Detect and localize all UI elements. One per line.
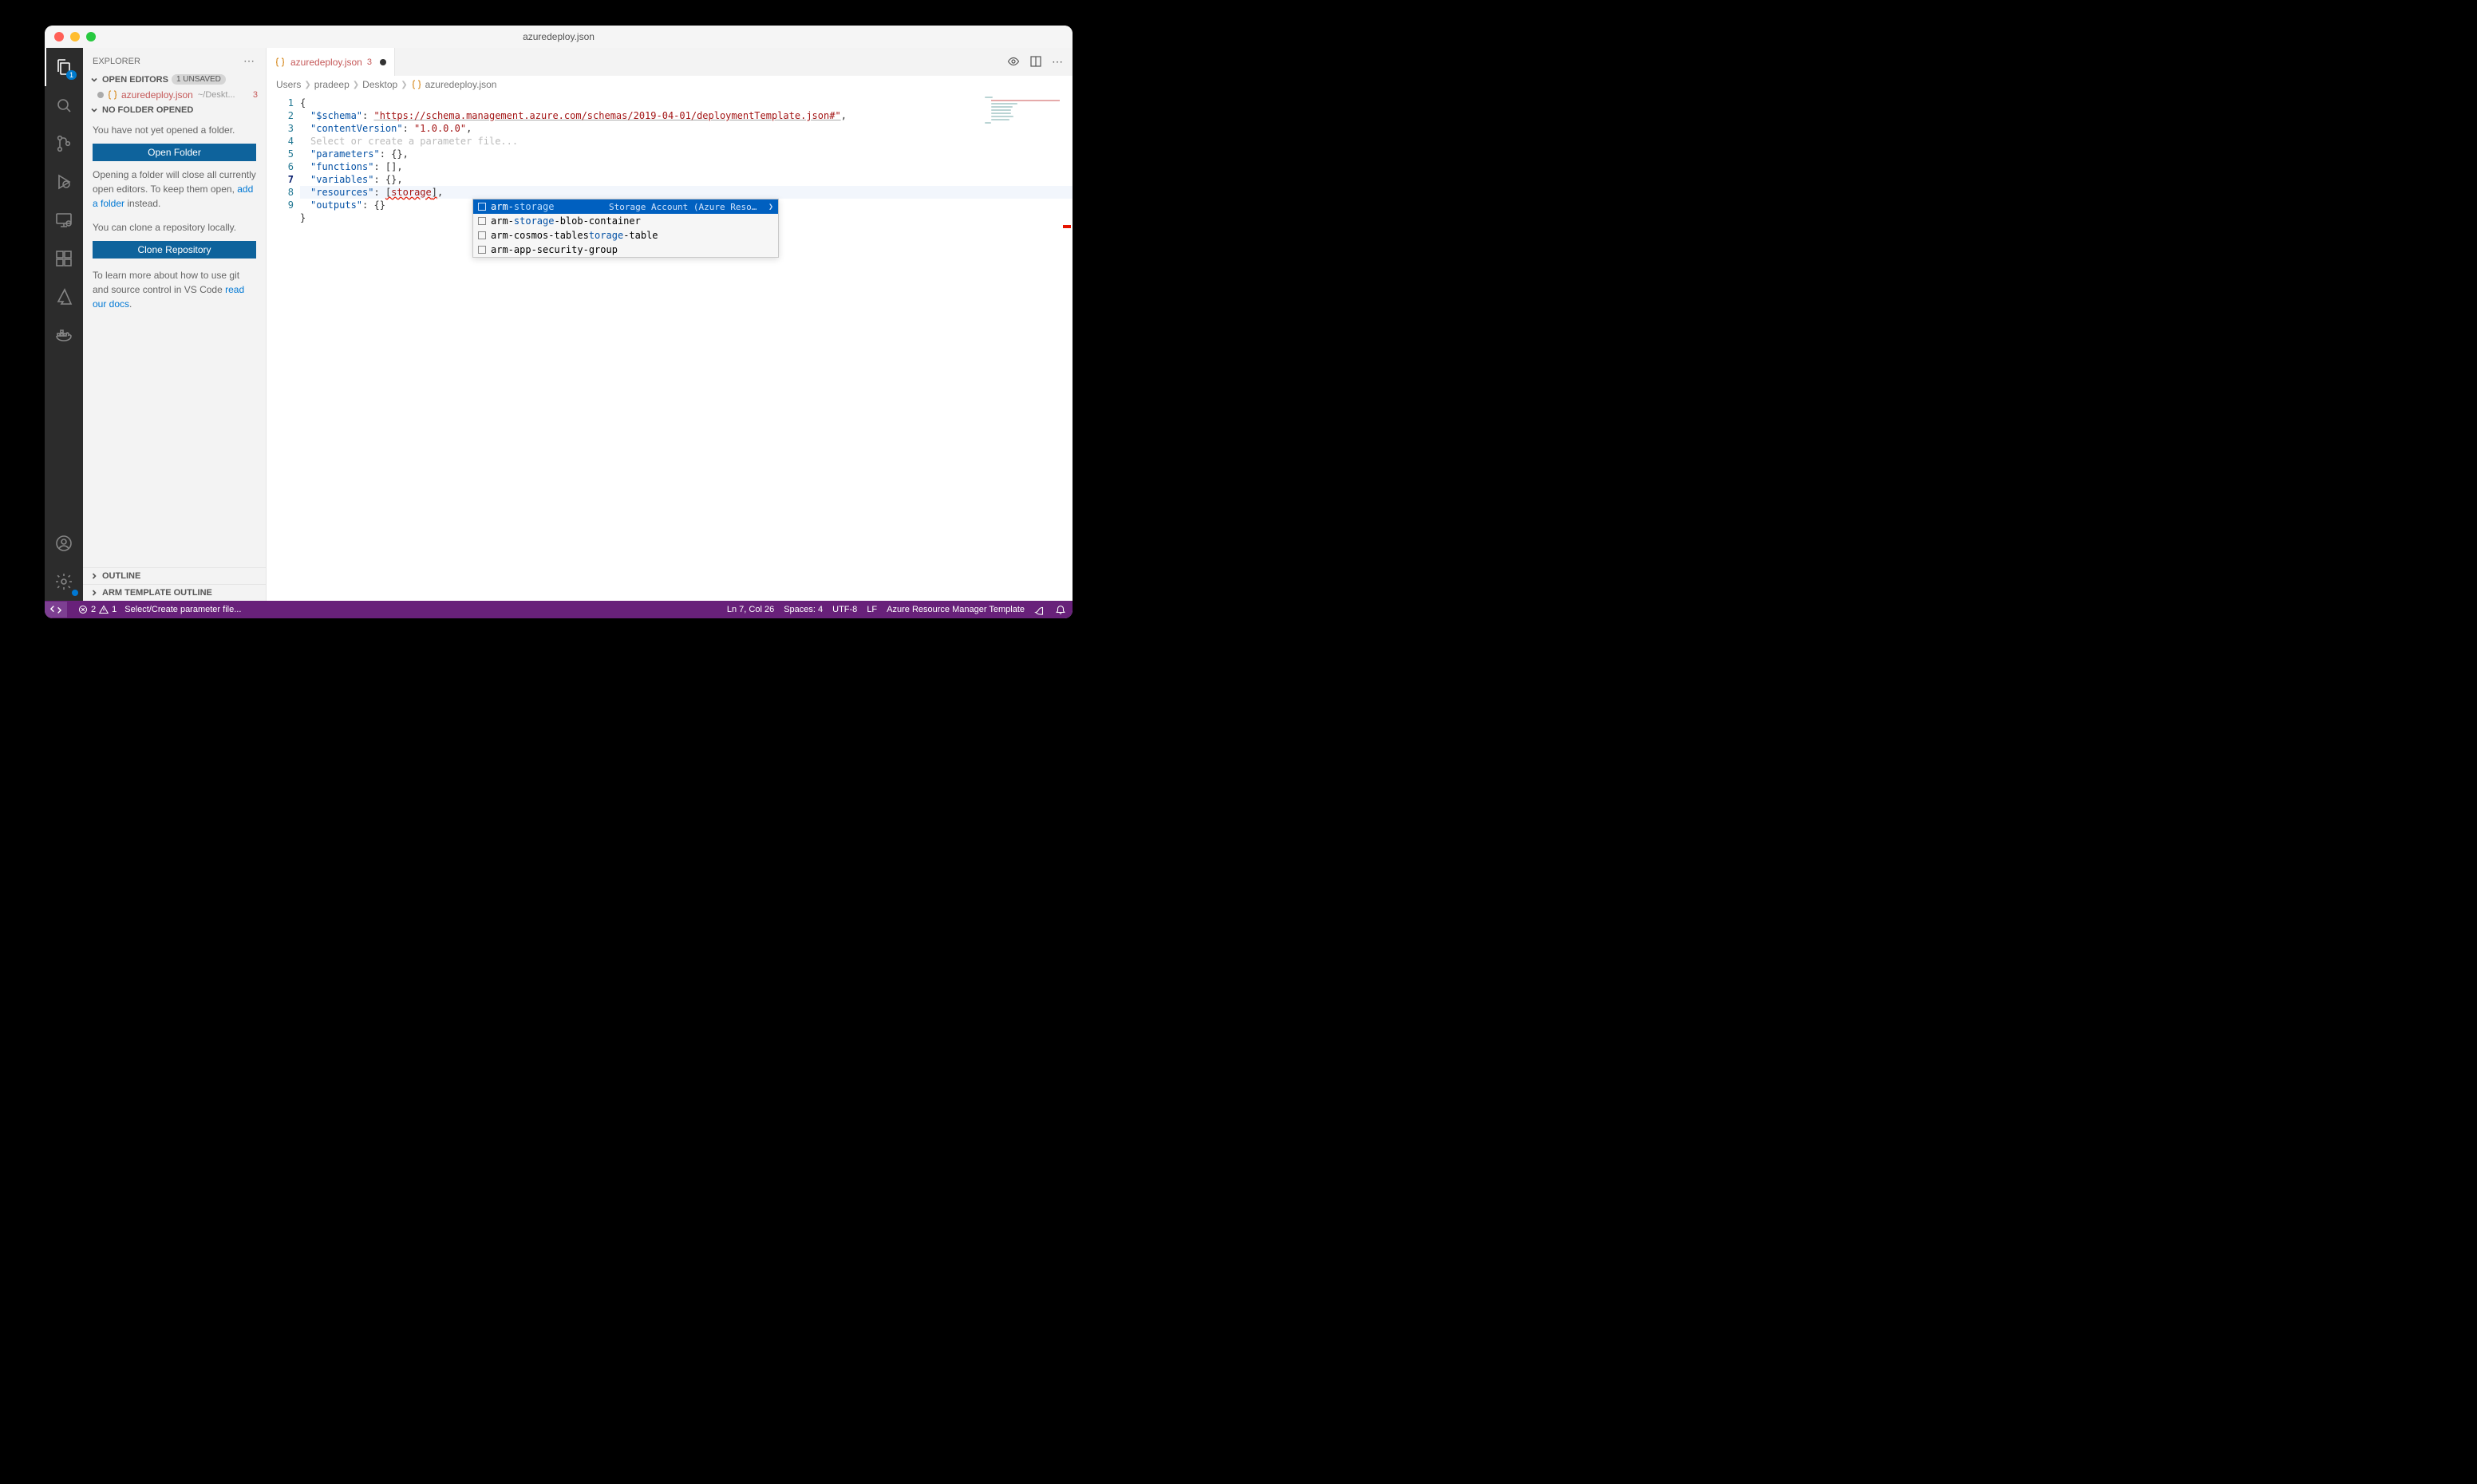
chevron-right-icon: ❯: [304, 81, 310, 89]
suggest-item[interactable]: arm-storage-blob-container: [473, 214, 778, 228]
snippet-icon: [478, 231, 486, 239]
suggest-widget[interactable]: arm-storage Storage Account (Azure Resou…: [472, 199, 779, 258]
chevron-right-icon: ❯: [353, 81, 359, 89]
window-title: azuredeploy.json: [523, 31, 595, 42]
chevron-right-icon: ❯: [401, 81, 407, 89]
breadcrumb-item[interactable]: pradeep: [314, 79, 350, 90]
outline-header[interactable]: OUTLINE: [83, 567, 266, 584]
arm-outline-header[interactable]: ARM TEMPLATE OUTLINE: [83, 584, 266, 601]
sidebar: EXPLORER ⋯ OPEN EDITORS 1 UNSAVED azured…: [83, 48, 267, 601]
more-icon[interactable]: ⋯: [1052, 55, 1063, 69]
open-editors-label: OPEN EDITORS: [102, 75, 168, 85]
json-file-icon: [411, 79, 422, 90]
docker-icon[interactable]: [45, 316, 83, 354]
language-mode[interactable]: Azure Resource Manager Template: [887, 605, 1025, 614]
unsaved-badge: 1 UNSAVED: [172, 74, 226, 85]
breadcrumb-item[interactable]: Users: [276, 79, 301, 90]
maximize-icon[interactable]: [86, 32, 96, 41]
tab-azuredeploy[interactable]: azuredeploy.json 3: [267, 48, 395, 76]
snippet-icon: [478, 246, 486, 254]
remote-indicator-icon[interactable]: [45, 602, 67, 618]
chevron-down-icon: [89, 105, 99, 115]
editor-actions: ⋯: [998, 55, 1073, 69]
code-editor[interactable]: 123456789 { "$schema": "https://schema.m…: [267, 93, 1073, 601]
explorer-badge: 1: [66, 70, 77, 80]
close-icon[interactable]: [54, 32, 64, 41]
extensions-icon[interactable]: [45, 239, 83, 278]
chevron-right-icon[interactable]: ❯: [768, 203, 773, 211]
encoding-status[interactable]: UTF-8: [832, 605, 857, 614]
parameter-file-status[interactable]: Select/Create parameter file...: [124, 605, 241, 614]
minimize-icon[interactable]: [70, 32, 80, 41]
sidebar-title-row: EXPLORER ⋯: [83, 48, 266, 71]
sidebar-more-icon[interactable]: ⋯: [243, 54, 256, 68]
suggest-item[interactable]: arm-storage Storage Account (Azure Resou…: [473, 199, 778, 214]
tab-problems: 3: [367, 57, 372, 67]
clone-repository-button[interactable]: Clone Repository: [93, 241, 256, 259]
chevron-down-icon: [89, 75, 99, 85]
overview-ruler[interactable]: [1061, 93, 1073, 601]
open-folder-button[interactable]: Open Folder: [93, 144, 256, 161]
chevron-right-icon: [89, 588, 99, 598]
indentation-status[interactable]: Spaces: 4: [784, 605, 823, 614]
azure-icon[interactable]: [45, 278, 83, 316]
snippet-icon: [478, 217, 486, 225]
clone-text: You can clone a repository locally.: [93, 220, 256, 235]
remote-explorer-icon[interactable]: [45, 201, 83, 239]
open-editors-header[interactable]: OPEN EDITORS 1 UNSAVED: [83, 71, 266, 88]
explorer-icon[interactable]: 1: [45, 48, 83, 86]
dirty-indicator-icon: [380, 59, 386, 65]
dirty-indicator-icon: [97, 92, 104, 98]
chevron-right-icon: [89, 571, 99, 581]
suggest-item[interactable]: arm-app-security-group: [473, 243, 778, 257]
line-gutter: 123456789: [267, 93, 300, 601]
open-editor-path: ~/Deskt...: [198, 90, 235, 100]
tab-bar: azuredeploy.json 3 ⋯: [267, 48, 1073, 76]
editor-area: azuredeploy.json 3 ⋯ Users❯ pradeep❯ Des…: [267, 48, 1073, 601]
traffic-lights: [54, 32, 96, 41]
eol-status[interactable]: LF: [867, 605, 877, 614]
feedback-icon[interactable]: [1034, 604, 1045, 615]
no-folder-header[interactable]: NO FOLDER OPENED: [83, 102, 266, 118]
json-file-icon: [275, 57, 286, 68]
no-folder-label: NO FOLDER OPENED: [102, 105, 193, 115]
docs-text: To learn more about how to use git and s…: [93, 268, 256, 311]
cursor-position[interactable]: Ln 7, Col 26: [727, 605, 774, 614]
json-file-icon: [107, 89, 118, 101]
settings-update-badge: [72, 590, 78, 596]
titlebar: azuredeploy.json: [45, 26, 1073, 48]
vscode-window: azuredeploy.json 1: [45, 26, 1073, 618]
sidebar-title: EXPLORER: [93, 57, 140, 66]
open-editor-filename: azuredeploy.json: [121, 89, 193, 101]
search-icon[interactable]: [45, 86, 83, 124]
no-folder-text: You have not yet opened a folder.: [93, 123, 256, 137]
tab-filename: azuredeploy.json: [290, 57, 362, 68]
close-editors-text: Opening a folder will close all currentl…: [93, 168, 256, 211]
run-debug-icon[interactable]: [45, 163, 83, 201]
notifications-icon[interactable]: [1055, 604, 1066, 615]
minimap[interactable]: [985, 97, 1061, 152]
outline-label: OUTLINE: [102, 571, 140, 581]
activity-bar: 1: [45, 48, 83, 601]
statusbar: 2 1 Select/Create parameter file... Ln 7…: [45, 601, 1073, 618]
suggest-item[interactable]: arm-cosmos-tablestorage-table: [473, 228, 778, 243]
code-content[interactable]: { "$schema": "https://schema.management.…: [300, 93, 1073, 601]
open-editor-item[interactable]: azuredeploy.json ~/Deskt... 3: [83, 88, 266, 102]
settings-icon[interactable]: [45, 562, 83, 601]
breadcrumb[interactable]: Users❯ pradeep❯ Desktop❯ azuredeploy.jso…: [267, 76, 1073, 93]
breadcrumb-item[interactable]: Desktop: [362, 79, 397, 90]
split-editor-icon[interactable]: [1029, 55, 1042, 69]
source-control-icon[interactable]: [45, 124, 83, 163]
open-editor-problems: 3: [253, 90, 258, 100]
breadcrumb-item[interactable]: azuredeploy.json: [425, 79, 497, 90]
suggest-desc: Storage Account (Azure Resource Manager …: [609, 202, 760, 212]
preview-icon[interactable]: [1007, 55, 1020, 69]
snippet-icon: [478, 203, 486, 211]
accounts-icon[interactable]: [45, 524, 83, 562]
arm-outline-label: ARM TEMPLATE OUTLINE: [102, 588, 212, 598]
problems-status[interactable]: 2 1: [78, 605, 117, 614]
